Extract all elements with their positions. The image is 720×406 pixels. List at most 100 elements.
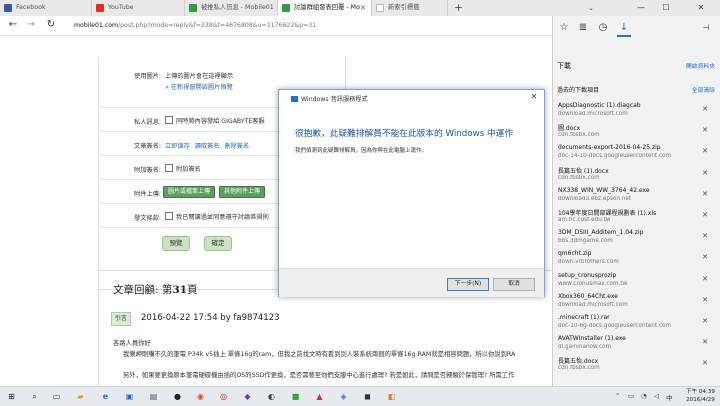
battery-icon[interactable]: ▭ <box>628 392 634 400</box>
hub-toolbar: ☆ ≣ ◷ ↓ ⊣ <box>553 16 720 42</box>
tab-mobile01-reply[interactable]: 討論群組發表回覆 - Mo ✕ <box>278 0 372 17</box>
tab-preview-chevron-icon[interactable]: ⌄ <box>588 0 594 16</box>
remove-download-icon[interactable]: ✕ <box>702 359 708 367</box>
add-signature-value: 附加簽名 <box>176 166 201 173</box>
terms-value: 我已閱讀過並同意遵守討論區規則 <box>176 214 269 221</box>
steam-icon[interactable]: ◐ <box>266 391 277 402</box>
remove-download-icon[interactable]: ✕ <box>702 126 708 134</box>
upload-image-button[interactable]: 圖片或檔案上傳 <box>163 186 216 198</box>
chrome-icon[interactable]: ◉ <box>195 391 206 402</box>
terms-label: 發文條款: <box>134 215 161 222</box>
remove-download-icon[interactable]: ✕ <box>702 169 708 177</box>
submit-button[interactable]: 確定 <box>204 236 232 251</box>
search-icon[interactable]: ⌕ <box>29 391 40 402</box>
quote-button[interactable]: 引言 <box>111 312 131 326</box>
cancel-button[interactable]: 取消 <box>493 278 535 291</box>
app-icon[interactable]: ◧ <box>386 391 397 402</box>
remove-download-icon[interactable]: ✕ <box>702 190 708 198</box>
new-tab-button[interactable]: + <box>454 0 463 16</box>
favorites-star-icon[interactable]: ☆ <box>557 21 571 35</box>
tab-mobile01-messages[interactable]: 被推私人訊息 - Mobile01 <box>185 0 278 16</box>
network-icon[interactable]: ◔ <box>641 392 647 400</box>
image-preview-link[interactable]: » 在新視窗開啟圖片預覽 <box>165 82 233 91</box>
app-icon[interactable]: ▤ <box>148 391 159 402</box>
download-file-name: 圖.docx <box>558 125 581 133</box>
input-method-icon[interactable]: 中 <box>666 392 673 402</box>
edge-icon[interactable]: e <box>100 391 111 402</box>
reading-list-icon[interactable]: ≣ <box>576 21 590 35</box>
close-window-button[interactable]: ✕ <box>690 0 712 16</box>
tab-title: Facebook <box>16 4 46 11</box>
downloads-icon[interactable]: ↓ <box>617 21 631 37</box>
open-folder-link[interactable]: 開啟資料夾 <box>686 61 715 70</box>
download-source: cdn.fbsbx.com <box>558 174 600 181</box>
add-signature-checkbox[interactable] <box>165 164 173 172</box>
refresh-icon[interactable]: ↻ <box>44 18 58 32</box>
download-file-name: qm6cht.zip <box>558 250 592 258</box>
pin-icon[interactable]: ⊣ <box>699 21 713 35</box>
download-source: doc-10-6g-docs.googleusercontent.com <box>558 323 672 329</box>
replies-title-prefix: 文章回顧: 第 <box>113 284 173 296</box>
app-icon[interactable]: ▲ <box>314 391 325 402</box>
clear-all-link[interactable]: 全部清除 <box>692 85 715 94</box>
url-path: /post.php?mode=reply&f=238&t=4676808&u=1… <box>118 22 317 29</box>
download-source: download.microsoft.com <box>558 301 628 308</box>
remove-download-icon[interactable]: ✕ <box>702 147 708 155</box>
load-signature-link[interactable]: 讀取簽名 <box>195 143 220 150</box>
download-file-name: 長篇五怡 (1).docx <box>558 167 609 175</box>
address-bar[interactable]: mobile01.com/post.php?mode=reply&f=238&t… <box>74 19 454 32</box>
tab-facebook[interactable]: Facebook <box>0 0 92 16</box>
file-explorer-icon[interactable]: ▰ <box>75 391 86 402</box>
download-file-name: Xbox360_64Cht.exe <box>558 292 618 300</box>
remove-download-icon[interactable]: ✕ <box>702 253 708 261</box>
download-file-name: .minecraft (1).rar <box>558 314 610 321</box>
tab-title: YouTube <box>108 4 134 11</box>
minimize-button[interactable]: — <box>630 0 652 16</box>
dialog-titlebar: Windows 音訊服務程式 ✕ <box>279 90 544 108</box>
forward-arrow-icon[interactable]: → <box>24 18 38 32</box>
store-icon[interactable]: ▣ <box>124 391 135 402</box>
line-icon[interactable]: ■ <box>290 391 301 402</box>
task-view-icon[interactable]: ▭ <box>51 391 62 402</box>
navigation-bar: ← → ↻ mobile01.com/post.php?mode=reply&f… <box>0 16 552 36</box>
start-windows-icon[interactable]: ⊞ <box>6 391 17 402</box>
game-icon[interactable]: ◆ <box>242 391 253 402</box>
media-icon[interactable]: ● <box>172 391 183 402</box>
upload-attachment-button[interactable]: 其他附件上傳 <box>219 186 266 198</box>
terms-checkbox[interactable] <box>165 212 173 220</box>
next-button[interactable]: 下一步(N) <box>447 278 489 291</box>
remove-download-icon[interactable]: ✕ <box>702 317 708 325</box>
download-item[interactable]: 長篇五怡.docx cdn.fbsbx.com ✕ <box>553 352 720 376</box>
remove-download-icon[interactable]: ✕ <box>702 232 708 240</box>
troubleshooter-dialog: Windows 音訊服務程式 ✕ 很抱歉，此疑難排解員不能在此版本的 Windo… <box>278 89 545 297</box>
remove-download-icon[interactable]: ✕ <box>702 338 708 346</box>
clock[interactable]: 下午 04:39 2016/4/29 <box>686 388 715 404</box>
preview-button[interactable]: 預覽 <box>162 236 190 251</box>
delete-signature-link[interactable]: 刪除簽名 <box>224 143 249 150</box>
remove-download-icon[interactable]: ✕ <box>702 296 708 304</box>
maximize-button[interactable]: ☐ <box>655 0 677 16</box>
app-icon[interactable]: ◼ <box>362 391 373 402</box>
tab-close-icon[interactable]: ✕ <box>360 0 366 16</box>
download-file-name: documents-export-2016-04-25.zip <box>558 144 661 152</box>
app-icon[interactable]: ◈ <box>338 391 349 402</box>
remove-download-icon[interactable]: ✕ <box>702 105 708 113</box>
back-arrow-icon[interactable]: ← <box>6 18 20 32</box>
history-icon[interactable]: ◷ <box>596 21 610 35</box>
download-source: bbs.3dmgame.com <box>558 238 613 245</box>
save-signature-link[interactable]: 立即儲存 <box>165 143 190 150</box>
reply-text-line: 各路人員你好 <box>113 340 151 347</box>
dialog-close-icon[interactable]: ✕ <box>524 90 544 104</box>
tray-up-chevron-icon[interactable]: ⌃ <box>615 392 620 400</box>
tab-new[interactable]: 新索引標籤 <box>372 0 448 16</box>
tab-title: 新索引標籤 <box>388 4 420 11</box>
remove-download-icon[interactable]: ✕ <box>702 275 708 283</box>
remove-download-icon[interactable]: ✕ <box>702 211 708 219</box>
tab-title: 討論群組發表回覆 - Mo <box>294 4 360 11</box>
dialog-body: 我們偵測到此疑難排解員，因為你與在此電腦上運作。 <box>295 148 428 154</box>
opera-icon[interactable]: ◎ <box>218 391 229 402</box>
tab-youtube[interactable]: YouTube <box>92 0 185 16</box>
private-checkbox[interactable] <box>165 116 173 124</box>
volume-icon[interactable]: ◁ <box>654 392 659 400</box>
taskbar: ⊞ ⌕ ▭ ▰ e ▣ ▤ ● ◉ ◎ ◆ ◐ ■ ▲ ◈ ◼ ◧ ⌃ ▭ ◔ … <box>0 386 720 406</box>
